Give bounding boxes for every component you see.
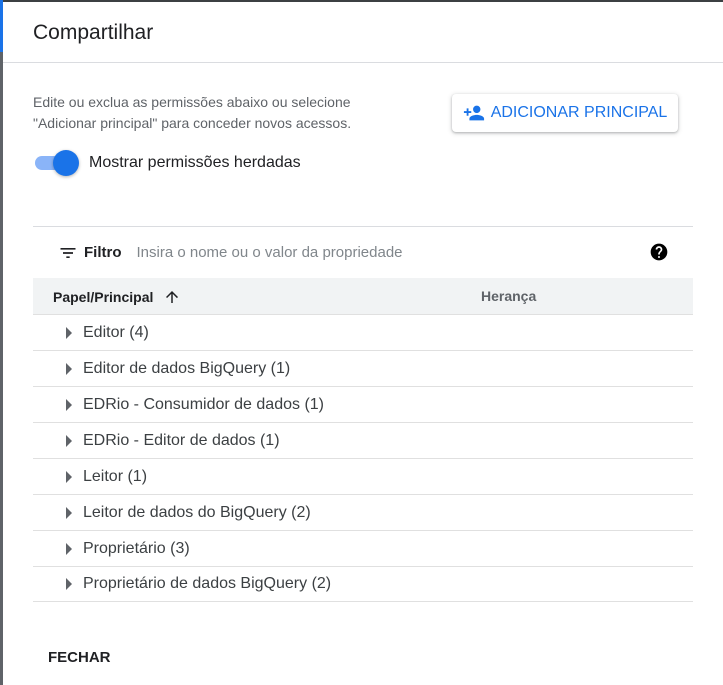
person-add-icon [463, 105, 484, 121]
caret-right-icon [66, 578, 72, 590]
arrow-up-icon [166, 291, 179, 303]
caret-right-icon [66, 362, 72, 375]
caret-right-icon [66, 434, 72, 447]
table-row[interactable]: Editor de dados BigQuery (1) [33, 350, 693, 386]
share-dialog: Compartilhar Edite ou exclua as permissõ… [3, 2, 723, 685]
column-header-role[interactable]: Papel/Principal [53, 288, 181, 306]
table-body: Editor (4) Editor de dados BigQuery (1) … [33, 314, 693, 602]
table-row[interactable]: EDRio - Editor de dados (1) [33, 422, 693, 458]
caret-right-icon [66, 470, 72, 483]
caret-right-icon [66, 398, 72, 411]
table-row[interactable]: Proprietário (3) [33, 530, 693, 566]
inherited-permissions-toggle[interactable] [33, 150, 79, 176]
toggle-thumb [53, 150, 79, 176]
dialog-header: Compartilhar [3, 2, 723, 63]
table-row[interactable]: Proprietário de dados BigQuery (2) [33, 566, 693, 602]
permissions-table: Filtro Papel/Principal Herança Editor (4… [33, 226, 693, 602]
caret-right-icon [66, 506, 72, 519]
row-label: EDRio - Editor de dados (1) [83, 431, 280, 449]
row-label: Leitor (1) [83, 467, 148, 485]
row-label: Editor (4) [83, 323, 149, 341]
dialog-title: Compartilhar [33, 20, 154, 44]
table-row[interactable]: EDRio - Consumidor de dados (1) [33, 386, 693, 422]
help-circle-icon[interactable] [649, 242, 669, 262]
caret-right-icon [66, 542, 72, 555]
table-header: Papel/Principal Herança [33, 278, 693, 314]
table-row[interactable]: Leitor de dados do BigQuery (2) [33, 494, 693, 530]
inherited-permissions-toggle-row: Mostrar permissões herdadas [33, 150, 301, 176]
column-header-inheritance: Herança [481, 288, 537, 304]
row-label: EDRio - Consumidor de dados (1) [83, 395, 324, 413]
table-row[interactable]: Leitor (1) [33, 458, 693, 494]
toggle-label: Mostrar permissões herdadas [89, 154, 301, 171]
dialog-description: Edite ou exclua as permissões abaixo ou … [33, 94, 352, 131]
add-principal-button[interactable]: ADICIONAR PRINCIPAL [452, 94, 678, 132]
filter-list-icon [60, 247, 76, 258]
row-label: Leitor de dados do BigQuery (2) [83, 503, 311, 521]
table-row[interactable]: Editor (4) [33, 314, 693, 350]
row-label: Editor de dados BigQuery (1) [83, 359, 291, 377]
row-label: Proprietário (3) [83, 539, 190, 557]
filter-label: Filtro [84, 244, 122, 261]
add-principal-label: ADICIONAR PRINCIPAL [490, 104, 668, 121]
filter-input[interactable] [136, 244, 557, 261]
filter-bar: Filtro [33, 227, 693, 278]
close-button[interactable]: FECHAR [48, 649, 111, 666]
row-label: Proprietário de dados BigQuery (2) [83, 575, 332, 592]
column-header-role-label: Papel/Principal [53, 289, 154, 305]
caret-right-icon [66, 326, 72, 339]
